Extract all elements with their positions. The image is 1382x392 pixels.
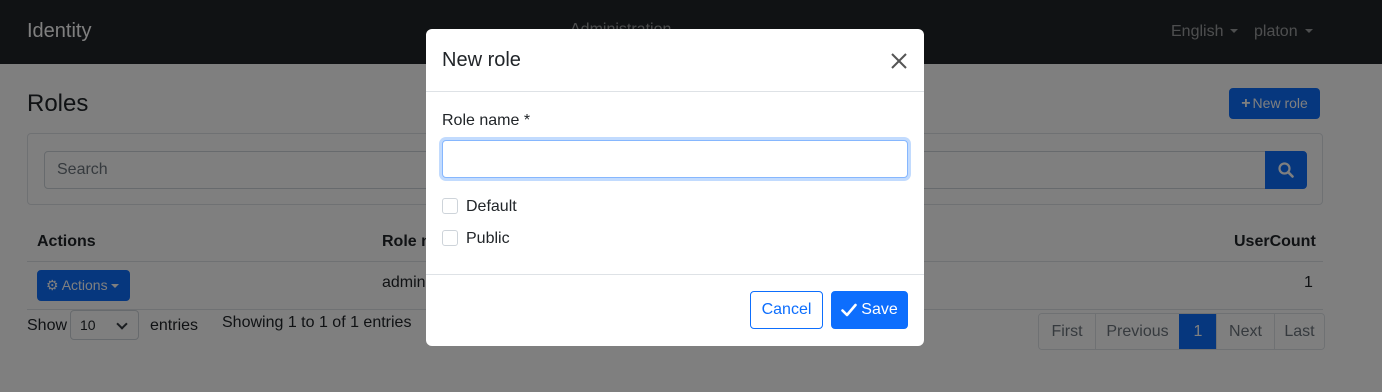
save-label: Save (861, 301, 898, 318)
new-role-modal: New role Role name * Default Public Canc… (426, 29, 924, 346)
modal-title: New role (442, 49, 521, 71)
public-checkbox-label[interactable]: Public (466, 230, 510, 248)
default-checkbox-label[interactable]: Default (466, 198, 517, 216)
role-name-input[interactable] (442, 140, 908, 178)
modal-footer-divider (426, 274, 924, 275)
close-icon[interactable] (889, 51, 909, 71)
save-button[interactable]: Save (831, 291, 908, 329)
modal-header: New role (426, 29, 924, 92)
role-name-label: Role name * (442, 112, 531, 129)
check-icon (841, 303, 858, 317)
default-checkbox[interactable] (442, 198, 458, 214)
cancel-button[interactable]: Cancel (750, 291, 823, 329)
public-checkbox[interactable] (442, 230, 458, 246)
